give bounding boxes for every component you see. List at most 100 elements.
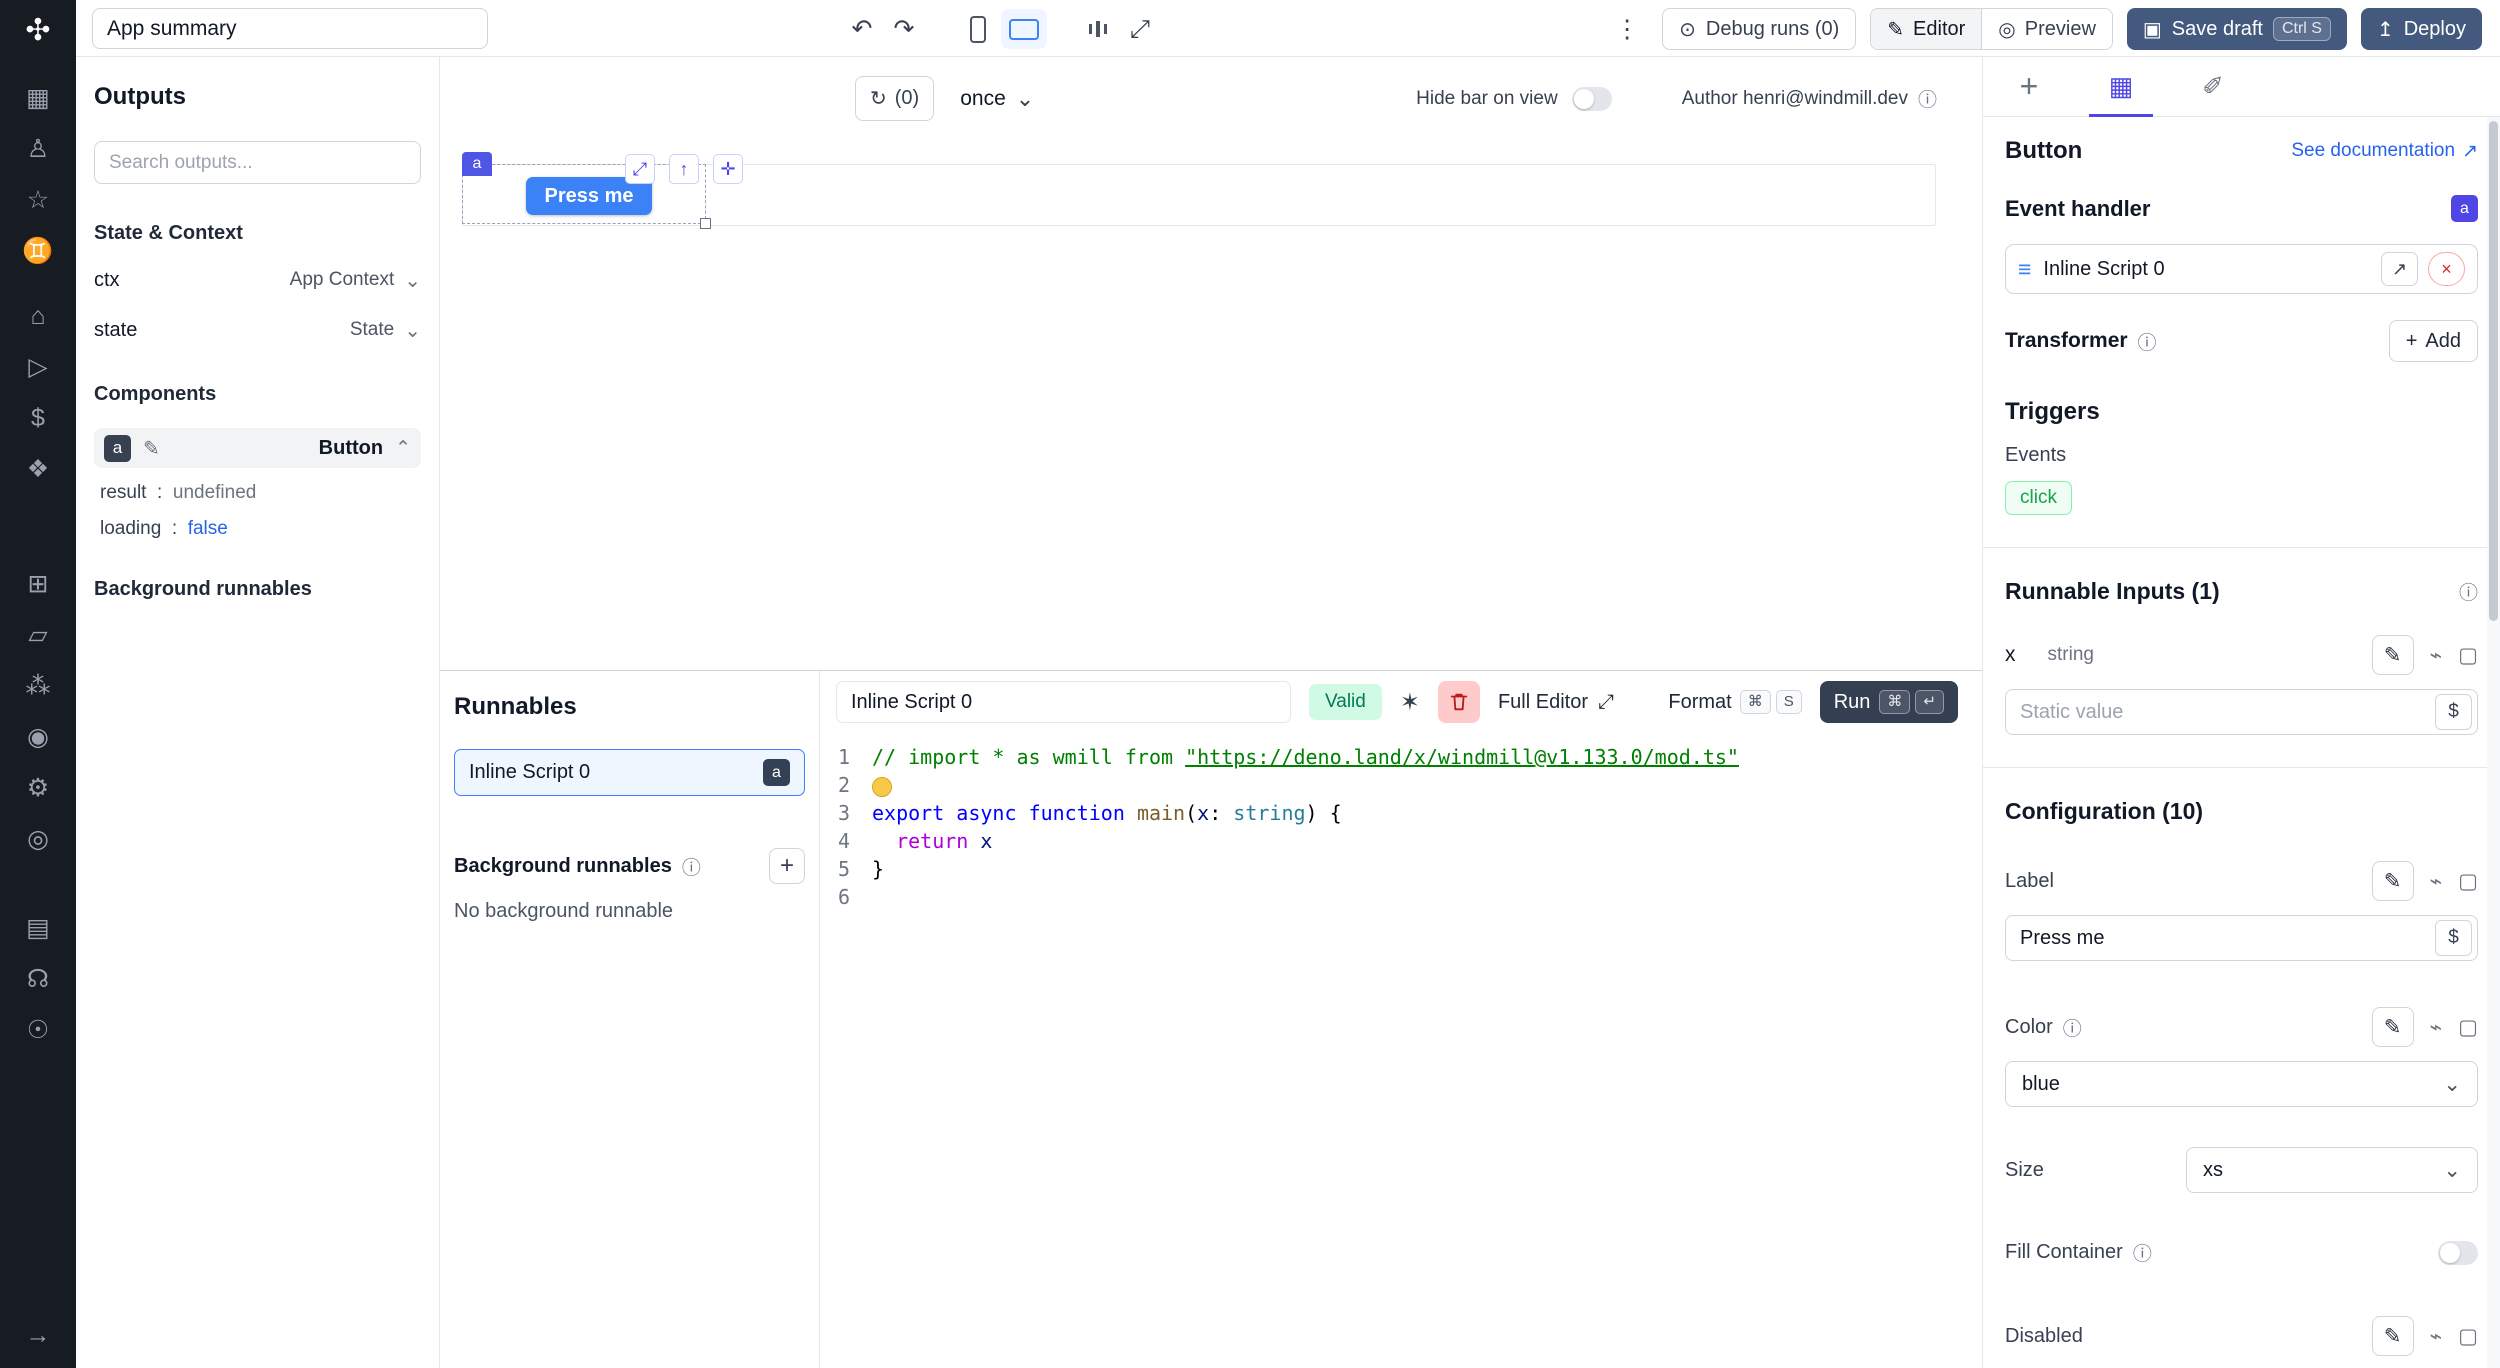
home-icon[interactable]: ⌂: [30, 304, 45, 329]
mobile-view-button[interactable]: [955, 9, 1001, 49]
static-input-mode-button[interactable]: ✎: [2372, 861, 2414, 901]
code-editor[interactable]: 1// import * as wmill from "https://deno…: [820, 733, 1982, 1368]
format-button[interactable]: Format ⌘S: [1668, 690, 1801, 714]
deploy-button[interactable]: ↥ Deploy: [2361, 8, 2482, 50]
label-value-input[interactable]: [2006, 927, 2435, 950]
open-script-button[interactable]: ↗: [2381, 252, 2418, 286]
background-runnables-label: Background runnables: [454, 855, 672, 878]
tab-preview[interactable]: ◎ Preview: [1981, 9, 2112, 49]
kebab-menu-button[interactable]: ⋮: [1606, 9, 1648, 49]
user-icon[interactable]: ♙: [27, 137, 49, 162]
tab-styling[interactable]: ✐: [2167, 57, 2259, 116]
size-select[interactable]: xs ⌄: [2186, 1147, 2478, 1193]
resize-handle[interactable]: [700, 218, 711, 229]
dollar-icon[interactable]: $: [31, 406, 45, 431]
state-row[interactable]: state State ⌄: [94, 315, 421, 345]
pencil-icon[interactable]: ✎: [143, 436, 160, 461]
calendar-icon[interactable]: ⊞: [28, 572, 49, 597]
gear-icon[interactable]: ⚙: [27, 776, 49, 801]
full-editor-button[interactable]: Full Editor ⤢: [1498, 691, 1614, 714]
ai-wand-icon[interactable]: ✶: [1400, 688, 1420, 717]
result-property[interactable]: result : undefined: [94, 482, 421, 504]
people-icon[interactable]: ⁂: [25, 674, 50, 699]
discord-icon[interactable]: ☊: [27, 967, 49, 992]
connect-input-button[interactable]: ⌁: [2430, 643, 2443, 668]
configuration-heading: Configuration (10): [2005, 798, 2478, 825]
star-icon[interactable]: ☆: [27, 188, 49, 213]
tab-insert-component[interactable]: +: [1983, 57, 2075, 116]
input-x-type: string: [2048, 644, 2094, 666]
icon-sidebar-groups: ▦ ♙ ☆ ♊ ⌂ ▷ $ ❖ ⊞ ▱ ⁂ ◉ ⚙ ◎ ▤ ☊ ☉: [22, 46, 53, 1043]
debug-icon[interactable]: ◎: [27, 827, 49, 852]
tab-editor[interactable]: ✎ Editor: [1871, 9, 1981, 49]
template-input-button[interactable]: ▢: [2458, 643, 2478, 668]
move-component-button[interactable]: ✛: [713, 154, 743, 184]
info-icon: ⓘ: [2138, 328, 2157, 355]
component-settings-panel: + ▦ ✐ Button See documentation ↗ Event h…: [1982, 57, 2500, 1368]
dollar-expr-button[interactable]: $: [2435, 920, 2472, 956]
undo-button[interactable]: ↶: [841, 9, 883, 49]
add-background-runnable-button[interactable]: +: [769, 848, 805, 884]
frequency-dropdown[interactable]: once ⌄: [960, 86, 1034, 112]
runnable-item[interactable]: Inline Script 0 a: [454, 749, 805, 796]
dashboard-icon[interactable]: ▦: [26, 86, 50, 111]
static-input-mode-button[interactable]: ✎: [2372, 1316, 2414, 1356]
outputs-title: Outputs: [94, 83, 421, 111]
scrollbar[interactable]: [2487, 117, 2500, 1368]
lightbulb-icon[interactable]: [872, 777, 892, 797]
script-name-input[interactable]: [836, 681, 1291, 723]
windmill-logo-icon[interactable]: ✣: [25, 16, 50, 46]
template-input-button[interactable]: ▢: [2458, 1324, 2478, 1349]
see-documentation-link[interactable]: See documentation ↗: [2291, 140, 2478, 163]
chevron-up-icon: ⌃: [395, 437, 411, 460]
color-select[interactable]: blue ⌄: [2005, 1061, 2478, 1107]
component-button-row[interactable]: a ✎ Button ⌃: [94, 428, 421, 468]
connect-input-button[interactable]: ⌁: [2430, 1324, 2443, 1349]
template-input-button[interactable]: ▢: [2458, 1015, 2478, 1040]
play-icon[interactable]: ▷: [28, 355, 47, 380]
debug-runs-button[interactable]: ⊙ Debug runs (0): [1662, 8, 1856, 50]
redo-button[interactable]: ↷: [883, 9, 925, 49]
app-summary-input[interactable]: [92, 8, 488, 49]
users-icon[interactable]: ♊: [22, 239, 53, 264]
connect-input-button[interactable]: ⌁: [2430, 1015, 2443, 1040]
dollar-expr-button[interactable]: $: [2435, 694, 2472, 730]
x-value-input[interactable]: [2006, 701, 2435, 724]
search-outputs-input[interactable]: [94, 141, 421, 184]
pencil-icon: ✎: [2384, 1324, 2402, 1349]
tab-component-settings[interactable]: ▦: [2075, 57, 2167, 116]
desktop-view-button[interactable]: [1001, 9, 1047, 49]
static-input-mode-button[interactable]: ✎: [2372, 1007, 2414, 1047]
github-icon[interactable]: ☉: [27, 1018, 49, 1043]
fullscreen-button[interactable]: ⤢: [1119, 9, 1161, 49]
book-icon[interactable]: ▤: [26, 916, 50, 941]
ctx-row[interactable]: ctx App Context ⌄: [94, 265, 421, 295]
remove-script-button[interactable]: ×: [2428, 252, 2465, 286]
connect-input-button[interactable]: ⌁: [2430, 869, 2443, 894]
save-draft-button[interactable]: ▣ Save draft Ctrl S: [2127, 8, 2347, 50]
state-context-heading: State & Context: [94, 222, 421, 245]
refresh-button[interactable]: ↻ (0): [855, 76, 934, 121]
hide-bar-toggle[interactable]: [1572, 87, 1612, 111]
pencil-icon: ✎: [2384, 1015, 2402, 1040]
expand-component-button[interactable]: ⤢: [625, 154, 655, 184]
delete-script-button[interactable]: [1438, 681, 1480, 723]
script-editor: Valid ✶ Full Editor ⤢ Format ⌘: [820, 671, 1982, 1368]
fill-container-toggle[interactable]: [2438, 1241, 2478, 1265]
cube-icon[interactable]: ❖: [27, 457, 49, 482]
center-layout-button[interactable]: [1077, 9, 1119, 49]
event-script-row[interactable]: ≡ Inline Script 0 ↗ ×: [2005, 244, 2478, 294]
anchor-component-button[interactable]: ↑: [669, 154, 699, 184]
scrollbar-thumb[interactable]: [2489, 121, 2498, 621]
runnables-panel: Runnables Inline Script 0 a Background r…: [440, 671, 820, 1368]
loading-property[interactable]: loading : false: [94, 518, 421, 540]
click-event-badge: click: [2005, 481, 2072, 515]
folder-icon[interactable]: ▱: [28, 623, 47, 648]
eye-icon[interactable]: ◉: [27, 725, 49, 750]
add-transformer-button[interactable]: + Add: [2389, 320, 2478, 362]
template-input-button[interactable]: ▢: [2458, 869, 2478, 894]
collapse-sidebar-icon[interactable]: →: [26, 1323, 51, 1348]
run-button[interactable]: Run ⌘↵: [1820, 681, 1958, 723]
static-input-mode-button[interactable]: ✎: [2372, 635, 2414, 675]
app-canvas[interactable]: a ⤢ ↑ ✛ Press me: [440, 140, 1982, 670]
